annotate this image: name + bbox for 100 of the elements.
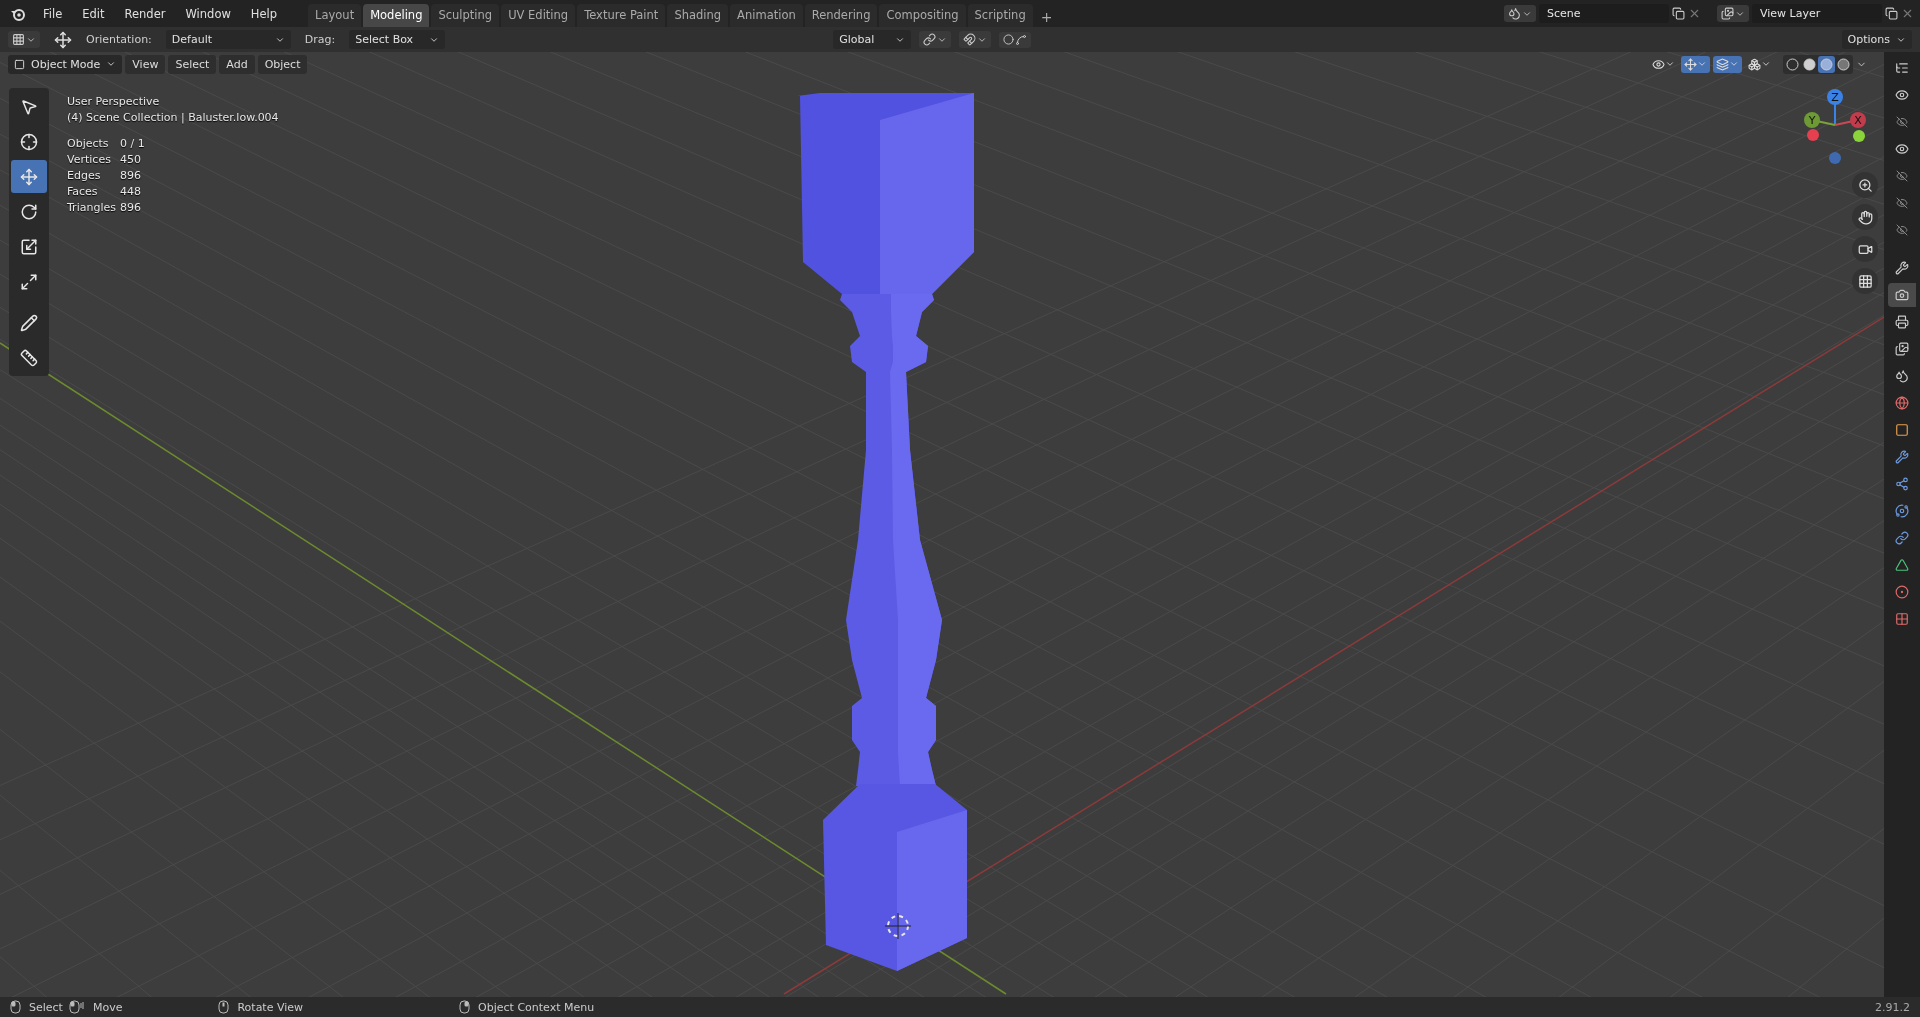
link-icon [923,33,937,46]
orbit-icon [1895,504,1909,518]
transform-orientation-dropdown[interactable]: Global [833,30,912,49]
snap-button[interactable] [959,31,992,48]
menu-item[interactable]: File [34,3,72,24]
stat-label: Faces [67,185,99,198]
workspace-tab[interactable]: Compositing [879,4,966,27]
pencil-icon [20,313,38,332]
droplets-icon [1895,369,1909,383]
workspace-tab[interactable]: Texture Paint [577,4,666,27]
close-icon[interactable] [1901,7,1914,20]
workspace-tab[interactable]: Shading [667,4,729,27]
mouse-icon [459,1000,471,1014]
solid-shading-button[interactable] [1801,55,1818,73]
sphere-icon [1837,57,1850,71]
viewport-menu[interactable]: Add [219,54,255,74]
mode-dropdown[interactable]: Object Mode [8,54,123,74]
hidden-eye-icon [1896,116,1908,128]
grid-icon [12,33,25,46]
menu-item[interactable]: Edit [73,3,114,24]
globe-icon [1895,396,1909,410]
hidden-eye-icon [1896,197,1908,209]
status-hint: Object Context Menu [478,1000,595,1014]
crosshair-icon [20,132,38,151]
zoom-button[interactable] [1852,172,1878,198]
sphere-icon [1803,57,1816,71]
viewport-menu[interactable]: Select [168,54,217,74]
triangle-icon [1895,558,1909,572]
workspace-tab[interactable]: Scripting [967,4,1033,27]
workspace-tab[interactable]: UV Editing [501,4,576,27]
orientation-label: Orientation: [85,33,153,46]
sphere-icon [1820,57,1833,71]
axis-gizmo[interactable]: Z Y X [1804,89,1866,164]
transform-icon [20,272,38,291]
link-icon [1895,531,1909,545]
ruler-icon [20,348,38,367]
close-icon[interactable] [1688,7,1701,20]
view-layer-field[interactable]: View Layer [1752,4,1882,23]
printer-icon [1895,315,1909,329]
stat-value: 896 [120,201,142,214]
app-logo[interactable] [10,6,26,21]
magnet-icon [963,33,977,46]
stat-label: Triangles [67,201,117,214]
workspace-tab[interactable]: Animation [730,4,803,27]
wireframe-shading-button[interactable] [1784,55,1801,73]
pan-button[interactable] [1852,204,1878,230]
stat-value: 0 / 1 [120,137,146,150]
scene-selector[interactable] [1504,5,1536,22]
gizmo-toggle[interactable] [1681,55,1710,73]
3d-cursor-icon [884,912,912,940]
rendered-shading-button[interactable] [1835,55,1852,73]
workspace-tab[interactable]: Layout [308,4,362,27]
collection-name: (4) Scene Collection | Baluster.low.004 [67,111,279,124]
stat-label: Vertices [67,153,112,166]
eye-icon [1895,142,1909,156]
proportional-edit-button[interactable] [999,31,1032,48]
images-icon [1895,342,1909,356]
view-layer-selector[interactable] [1717,5,1749,22]
grid-icon [1857,273,1873,289]
overlay-toggle[interactable] [1713,55,1742,73]
circle-icon [1003,34,1015,45]
scene-field[interactable]: Scene [1539,4,1669,23]
workspace-tab[interactable]: Modeling [363,4,430,27]
move-icon[interactable] [54,30,72,49]
projection-button[interactable] [1852,268,1878,294]
workspace-tab[interactable]: Rendering [804,4,878,27]
copy-icon[interactable] [1672,7,1685,20]
wrench-icon [1895,261,1909,275]
view-name: User Perspective [67,95,161,108]
orientation-dropdown[interactable]: Default [165,30,291,49]
mouse-icon [10,1000,21,1014]
menu-item[interactable]: Render [115,3,175,24]
material-shading-button[interactable] [1818,55,1835,73]
stat-label: Edges [67,169,102,182]
zoom-icon [1857,177,1873,193]
menu-item[interactable]: Window [176,3,240,24]
properties-tab[interactable] [1888,283,1916,307]
mouse-icon [68,1000,85,1014]
editor-type-button[interactable] [8,31,40,48]
copy-icon[interactable] [1885,7,1898,20]
nodes-icon [1895,477,1909,491]
camera-view-button[interactable] [1852,236,1878,262]
viewport-menu[interactable]: View [125,54,166,74]
xray-icon [1748,57,1761,71]
stat-value: 450 [120,153,142,166]
caret-icon [1697,59,1707,69]
status-hint: Select [29,1000,63,1014]
rotate-icon [20,202,38,221]
add-workspace-button[interactable]: + [1034,7,1059,27]
drag-dropdown[interactable]: Select Box [349,30,446,49]
sphere-icon [1786,57,1799,71]
viewport-menu[interactable]: Object [257,54,308,74]
options-dropdown[interactable]: Options [1841,30,1912,49]
stat-value: 448 [120,185,142,198]
workspace-tab[interactable]: Sculpting [431,4,500,27]
curve-icon [1015,33,1028,46]
wrench-icon [1895,450,1909,464]
eye-icon [1652,57,1665,71]
menu-item[interactable]: Help [241,3,287,24]
pivot-button[interactable] [919,31,952,48]
